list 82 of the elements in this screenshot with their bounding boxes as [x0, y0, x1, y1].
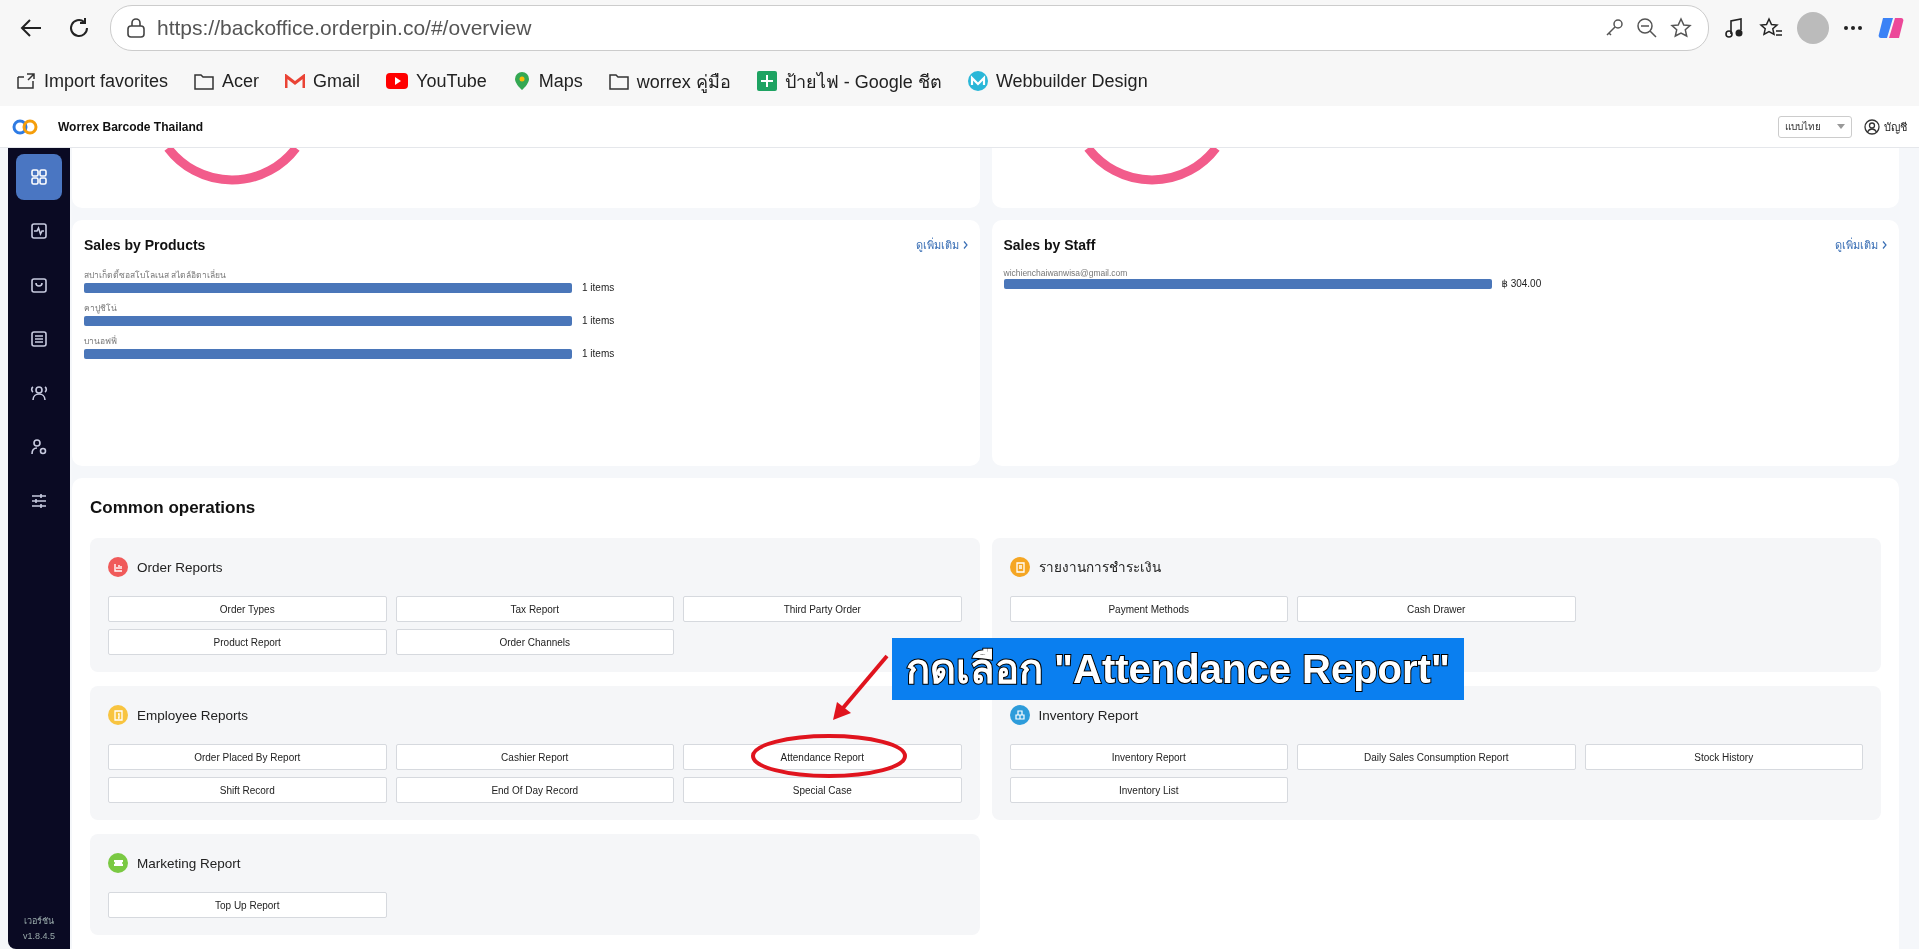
store-name: Worrex Barcode Thailand [58, 119, 205, 134]
play-icon [386, 73, 409, 89]
group-title: Marketing Report [137, 855, 241, 871]
mail-icon [285, 73, 306, 89]
people-icon [29, 383, 49, 403]
back-arrow-icon [19, 18, 43, 38]
map-icon [512, 71, 531, 91]
music-icon[interactable] [1723, 17, 1745, 39]
refresh-icon [67, 16, 91, 40]
report-button[interactable]: Cash Drawer [1297, 596, 1576, 622]
bookmark-item[interactable]: Import favorites [16, 70, 169, 92]
report-button[interactable]: Tax Report [395, 596, 674, 622]
import-icon [16, 72, 36, 90]
bookmark-item[interactable]: Gmail [285, 70, 361, 92]
sliders-icon [29, 491, 49, 511]
spreadsheet-icon [756, 71, 777, 91]
report-button[interactable]: Attendance Report [683, 744, 962, 770]
chevron-right-icon [1882, 241, 1887, 249]
bag-icon [29, 275, 49, 295]
bookmark-item[interactable]: worrex คู่มือ [608, 66, 731, 96]
report-button[interactable]: End Of Day Record [395, 777, 674, 803]
report-button[interactable]: Product Report [108, 629, 387, 655]
annotation-label: กดเลือก "Attendance Report" [892, 638, 1464, 700]
see-more-link[interactable]: ดูเพิ่มเติม [915, 236, 968, 254]
pointer-arrow [833, 654, 889, 720]
see-more-link[interactable]: ดูเพิ่มเติม [1835, 236, 1887, 254]
report-button[interactable]: Third Party Order [683, 596, 962, 622]
user-settings-icon [29, 437, 49, 457]
caret-icon [1837, 124, 1845, 129]
language-select[interactable]: แบบไทย [1778, 115, 1852, 138]
bar-value: ฿ 304.00 [1501, 278, 1542, 289]
report-button[interactable]: Order Placed By Report [108, 744, 387, 770]
more-icon[interactable] [1843, 25, 1863, 31]
list-icon [29, 329, 49, 349]
folder-icon [194, 72, 215, 90]
row-label: คาปูชิโน่ [84, 302, 118, 315]
report-button[interactable]: Inventory Report [1009, 744, 1288, 770]
sidebar-item[interactable] [16, 154, 62, 200]
bookmark-item[interactable]: Webbuilder Design [967, 70, 1148, 92]
card-title: Sales by Products [84, 237, 206, 253]
group-title: รายงานการชำระเงิน [1038, 559, 1161, 577]
bar-value: 1 items [582, 282, 615, 293]
report-button[interactable]: Cashier Report [395, 744, 674, 770]
report-button[interactable]: Inventory List [1009, 777, 1288, 803]
row-label: สปาเก็ตตี้ซอสโบโลเนส สไตล์อิตาเลี่ยน [84, 268, 228, 282]
card-title: Sales by Staff [1003, 237, 1096, 253]
bar-value: 1 items [582, 315, 615, 326]
key-icon[interactable] [1604, 18, 1624, 38]
row-label: wichienchaiwanwisa@gmail.com [1003, 268, 1129, 278]
activity-icon [29, 221, 49, 241]
bar-value: 1 items [582, 348, 615, 359]
star-icon[interactable] [1670, 17, 1692, 39]
version-number: v1.8.4.5 [23, 931, 55, 941]
address-bar[interactable]: https://backoffice.orderpin.co/#/overview [110, 5, 1709, 51]
bookmark-item[interactable]: ป้ายไฟ - Google ชีต [756, 66, 942, 96]
row-label: บานอฟฟี่ [84, 334, 118, 348]
bookmark-item[interactable]: YouTube [386, 70, 487, 92]
report-button[interactable]: Special Case [683, 777, 962, 803]
url-text: https://backoffice.orderpin.co/#/overview [157, 16, 533, 40]
zoom-out-icon[interactable] [1636, 17, 1658, 39]
favorites-icon[interactable] [1759, 17, 1783, 39]
report-button[interactable]: Top Up Report [108, 892, 387, 918]
user-icon [1864, 118, 1880, 135]
section-title: Common operations [90, 498, 257, 518]
report-button[interactable]: Order Channels [395, 629, 674, 655]
chevron-right-icon [962, 241, 968, 249]
lock-icon [127, 18, 145, 38]
group-title: Inventory Report [1038, 707, 1139, 723]
bookmark-item[interactable]: Acer [194, 70, 260, 92]
group-title: Order Reports [137, 559, 223, 575]
version-label: เวอร์ชัน [24, 915, 54, 928]
report-button[interactable]: Payment Methods [1009, 596, 1288, 622]
report-button[interactable]: Daily Sales Consumption Report [1297, 744, 1576, 770]
group-title: Employee Reports [137, 707, 249, 723]
logo-icon [967, 71, 988, 91]
bookmark-item[interactable]: Maps [512, 70, 583, 92]
report-button[interactable]: Stock History [1584, 744, 1863, 770]
report-button[interactable]: Shift Record [108, 777, 387, 803]
report-button[interactable]: Order Types [108, 596, 387, 622]
folder-icon [608, 72, 629, 90]
account-button[interactable]: บัญชี [1864, 117, 1907, 136]
dashboard-icon [29, 167, 49, 187]
